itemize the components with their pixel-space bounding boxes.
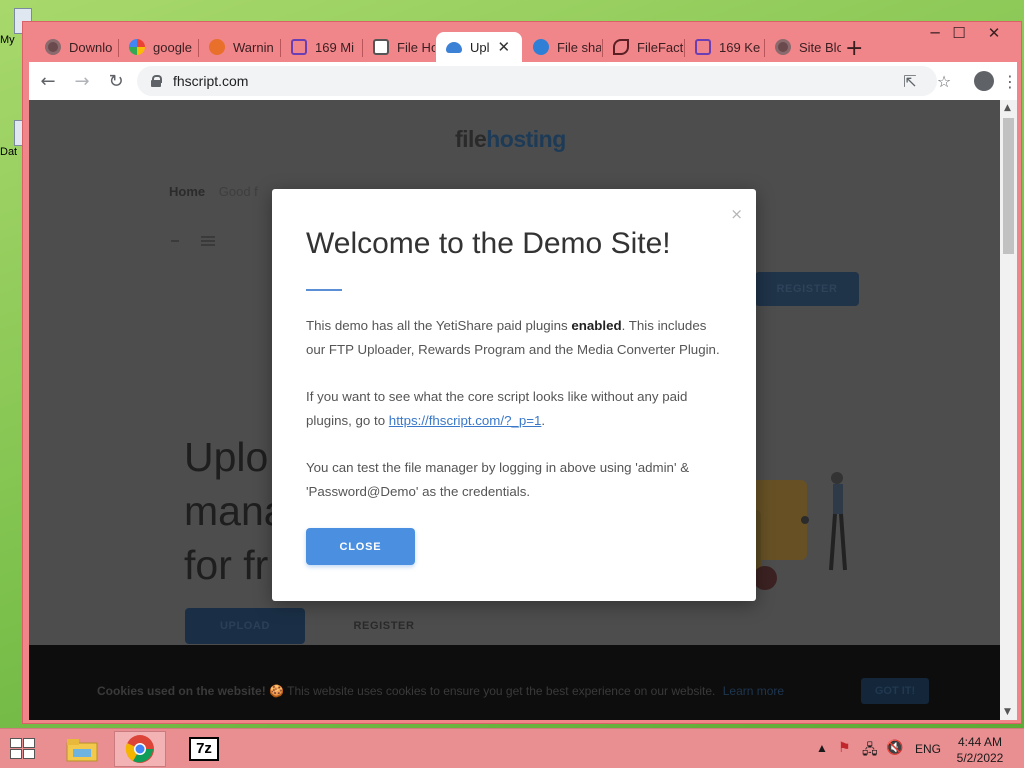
close-window-button[interactable]: ✕ xyxy=(975,22,1013,44)
logo-text-file: file xyxy=(455,126,487,152)
star-icon: ☆ xyxy=(936,71,952,91)
tab-strip: Downlo google Warnin 169 Mi File Ho Upl … xyxy=(23,22,1021,62)
bookmark-button[interactable]: ☆ xyxy=(929,66,959,96)
modal-title: Welcome to the Demo Site! xyxy=(306,227,671,260)
start-button[interactable] xyxy=(10,738,38,762)
modal-body: This demo has all the YetiShare paid plu… xyxy=(306,314,726,527)
file-host-icon xyxy=(373,39,389,55)
scroll-down-arrow-icon[interactable]: ▼ xyxy=(1004,707,1011,717)
tab-169-ke[interactable]: 169 Ke xyxy=(685,32,763,62)
cloud-upload-icon xyxy=(446,41,462,53)
learn-more-link[interactable]: Learn more xyxy=(723,684,784,698)
enabled-text: enabled xyxy=(571,318,622,333)
tray-language[interactable]: ENG xyxy=(915,742,941,756)
modal-close-icon[interactable]: × xyxy=(730,205,743,223)
breadcrumb-home[interactable]: Home xyxy=(169,184,205,199)
tab-file-host[interactable]: File Ho xyxy=(363,32,435,62)
page-menu-icon[interactable] xyxy=(171,234,229,248)
reload-icon: ↻ xyxy=(108,70,124,92)
tab-upload-active[interactable]: Upl ✕ xyxy=(436,32,522,62)
globe-icon xyxy=(45,39,61,55)
profile-avatar-icon xyxy=(974,71,994,91)
taskbar-file-explorer[interactable] xyxy=(56,731,108,767)
tab-download[interactable]: Downlo xyxy=(35,32,117,62)
maximize-button[interactable]: ☐ xyxy=(940,22,978,44)
taskbar: 7z ▲ ⚑ 🖧 🔇 ENG 4:44 AM 5/2/2022 xyxy=(0,728,1024,768)
reload-button[interactable]: ↻ xyxy=(101,66,131,96)
tab-file-share[interactable]: File sha xyxy=(523,32,601,62)
logo-text-hosting: hosting xyxy=(486,126,566,152)
file-explorer-icon xyxy=(66,739,98,762)
windows-logo-icon xyxy=(10,738,22,748)
upload-button[interactable]: UPLOAD xyxy=(185,608,305,644)
cookie-heading: Cookies used on the website! xyxy=(97,684,266,698)
clock-time: 4:44 AM xyxy=(957,735,1003,749)
scrollbar-thumb[interactable] xyxy=(1003,118,1014,254)
scroll-up-arrow-icon[interactable]: ▲ xyxy=(1004,103,1011,113)
square-site-icon xyxy=(695,39,711,55)
tab-169-mi[interactable]: 169 Mi xyxy=(281,32,361,62)
tab-site-blocked[interactable]: Site Blo xyxy=(765,32,841,62)
tray-show-hidden-icon[interactable]: ▲ xyxy=(816,741,828,755)
tab-close-icon[interactable]: ✕ xyxy=(498,38,511,56)
forward-button[interactable]: → xyxy=(67,66,97,96)
chrome-icon xyxy=(125,735,154,763)
modal-paragraph-core: If you want to see what the core script … xyxy=(306,389,688,428)
cookie-message: This website uses cookies to ensure you … xyxy=(287,684,716,698)
address-text: fhscript.com xyxy=(173,73,249,89)
more-vert-icon: ⋮ xyxy=(1002,71,1018,91)
cookie-text: Cookies used on the website! 🍪 This webs… xyxy=(97,684,784,698)
modal-paragraph-credentials: You can test the file manager by logging… xyxy=(306,460,690,499)
lock-icon xyxy=(151,75,162,87)
browser-toolbar: ← → ↻ fhscript.com ⇱ ☆ ⋮ xyxy=(29,62,1020,100)
tab-google[interactable]: google xyxy=(119,32,197,62)
share-button[interactable]: ⇱ xyxy=(895,66,925,96)
cookie-got-it-button[interactable]: GOT IT! xyxy=(861,678,929,704)
address-bar[interactable]: fhscript.com xyxy=(137,66,937,96)
breadcrumb-rest[interactable]: Good f xyxy=(219,184,258,199)
site-logo[interactable]: filehosting xyxy=(455,126,566,153)
file-share-icon xyxy=(533,39,549,55)
modal-paragraph-plugins: This demo has all the YetiShare paid plu… xyxy=(306,318,720,357)
cookie-emoji-icon: 🍪 xyxy=(269,684,284,698)
taskbar-7zip[interactable]: 7z xyxy=(178,731,230,767)
taskbar-clock[interactable]: 4:44 AM 5/2/2022 xyxy=(950,734,1010,766)
vertical-scrollbar[interactable]: ▲ ▼ xyxy=(1000,100,1017,720)
welcome-modal: × Welcome to the Demo Site! This demo ha… xyxy=(272,189,756,601)
google-icon xyxy=(129,39,145,55)
globe-icon xyxy=(775,39,791,55)
tab-warning[interactable]: Warnin xyxy=(199,32,279,62)
header-register-button[interactable]: REGISTER xyxy=(755,272,859,306)
tray-volume-muted-icon[interactable]: 🔇 xyxy=(886,739,903,756)
cookie-bar: Cookies used on the website! 🍪 This webs… xyxy=(29,645,1000,720)
modal-divider xyxy=(306,289,342,291)
profile-button[interactable] xyxy=(969,66,999,96)
7zip-icon: 7z xyxy=(189,737,219,761)
arrow-right-icon: → xyxy=(74,70,90,92)
desktop-icon-label: My xyxy=(0,34,15,46)
register-button[interactable]: REGISTER xyxy=(329,608,439,644)
back-button[interactable]: ← xyxy=(33,66,63,96)
tab-filefactory[interactable]: FileFact xyxy=(603,32,683,62)
warning-site-icon xyxy=(209,39,225,55)
square-site-icon xyxy=(291,39,307,55)
modal-close-button[interactable]: CLOSE xyxy=(306,528,415,565)
menu-button[interactable]: ⋮ xyxy=(1000,66,1020,96)
taskbar-chrome[interactable] xyxy=(114,731,166,767)
clock-date: 5/2/2022 xyxy=(956,751,1004,765)
desktop-icon-label: Dat xyxy=(0,146,18,158)
share-icon: ⇱ xyxy=(903,71,917,91)
breadcrumb: Home Good f xyxy=(169,184,258,199)
core-script-link[interactable]: https://fhscript.com/?_p=1 xyxy=(389,413,542,428)
tray-network-icon[interactable]: 🖧 xyxy=(862,739,878,763)
arrow-left-icon: ← xyxy=(40,70,56,92)
tray-action-center-icon[interactable]: ⚑ xyxy=(838,739,851,756)
new-tab-button[interactable]: + xyxy=(845,36,863,61)
filefactory-icon xyxy=(613,39,629,55)
